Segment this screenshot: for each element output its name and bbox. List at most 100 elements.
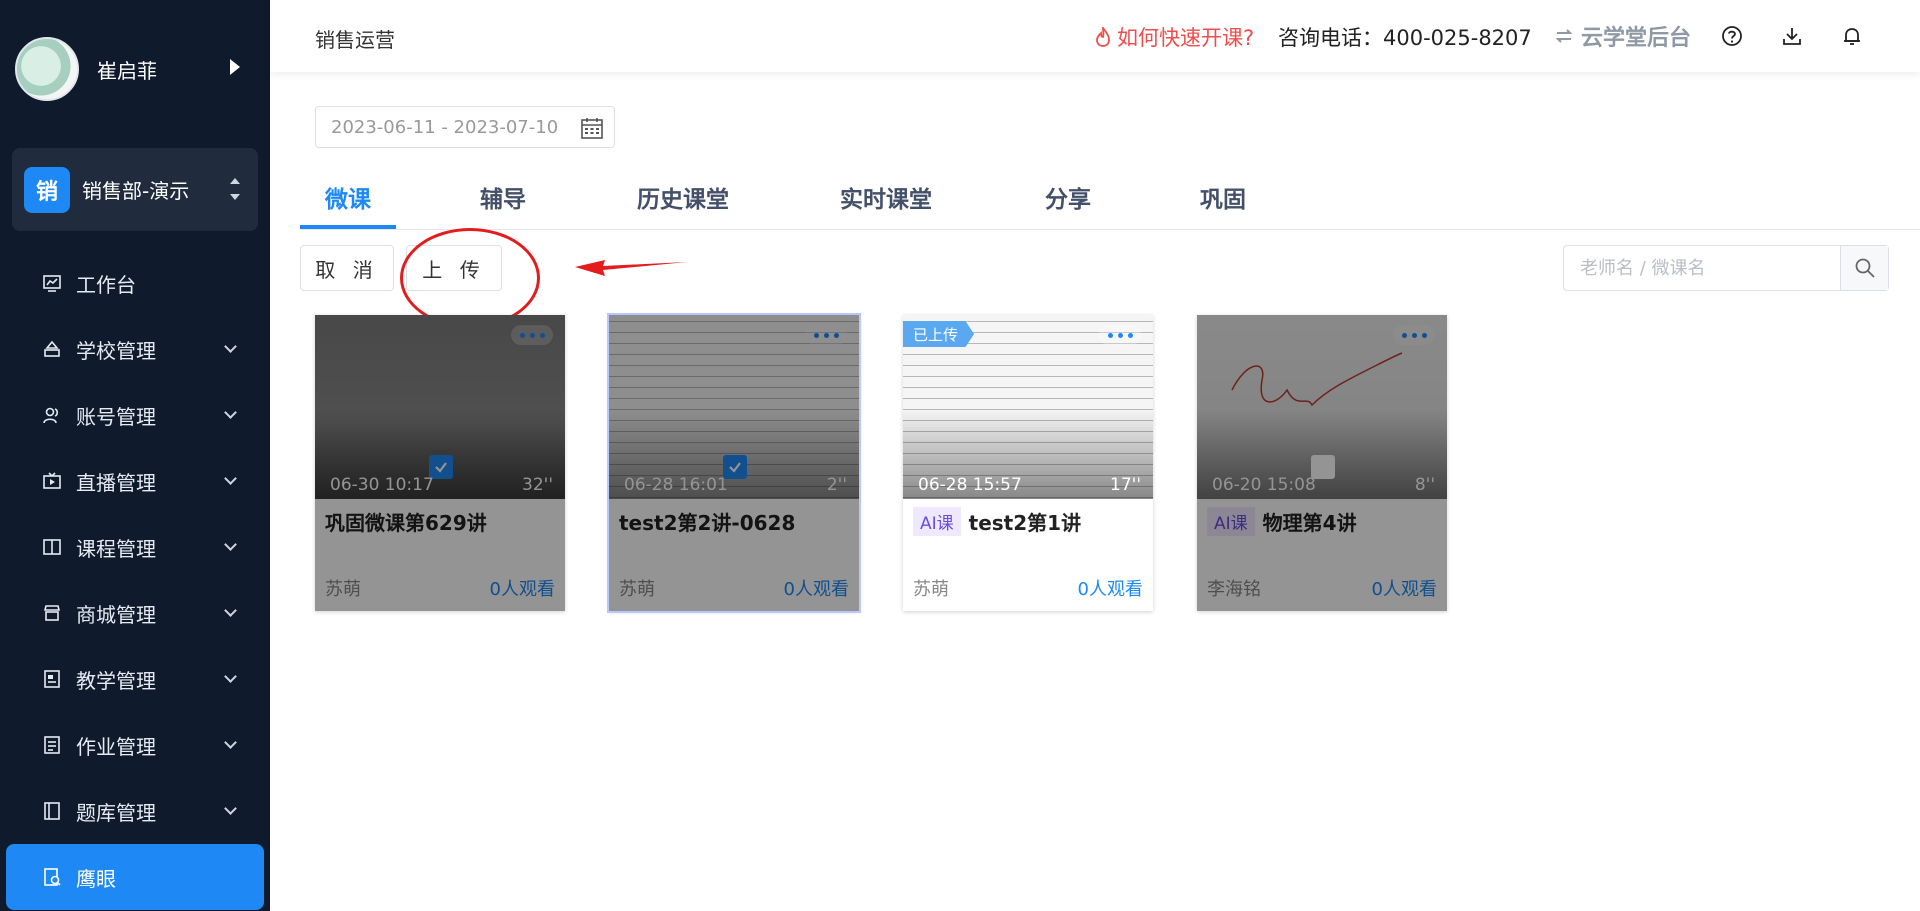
sidebar-item-label: 账号管理	[76, 404, 156, 429]
sidebar-item-accounts[interactable]: 账号管理	[0, 382, 270, 448]
course-title-text: test2第1讲	[968, 511, 1082, 535]
sidebar-item-label: 题库管理	[76, 800, 156, 825]
sidebar: 崔启菲 销 销售部-演示 工作台 学校管理 账号管理 直播管理 课程管理 商城管…	[0, 0, 270, 911]
date-range-picker[interactable]: 2023-06-11 - 2023-07-10	[315, 106, 615, 148]
ai-course-badge: AI课	[913, 507, 961, 536]
course-author: 苏萌	[325, 579, 361, 600]
search-box	[1563, 245, 1889, 291]
course-duration: 17''	[1110, 475, 1141, 495]
active-tab-indicator	[300, 225, 396, 229]
sidebar-item-label: 鹰眼	[76, 866, 116, 891]
consult-phone: 咨询电话：400-025-8207	[1278, 26, 1532, 50]
user-profile[interactable]: 崔启菲	[15, 36, 260, 102]
sidebar-item-eagle-eye[interactable]: 鹰眼	[6, 844, 264, 910]
sidebar-item-label: 工作台	[76, 272, 136, 297]
more-options-icon[interactable]	[1099, 325, 1141, 345]
ai-course-badge: AI课	[1207, 507, 1255, 536]
question-bank-icon	[42, 801, 62, 821]
switch-icon	[1553, 28, 1575, 44]
course-date: 06-20 15:08	[1212, 475, 1316, 495]
chevron-down-icon	[224, 604, 237, 617]
course-views: 0人观看	[489, 579, 555, 600]
chevron-down-icon	[224, 736, 237, 749]
course-date: 06-30 10:17	[330, 475, 434, 495]
tab-share[interactable]: 分享	[1045, 180, 1091, 214]
flame-icon	[1095, 27, 1111, 47]
tab-history-class[interactable]: 历史课堂	[637, 180, 729, 214]
date-range-value: 2023-06-11 - 2023-07-10	[331, 116, 559, 138]
live-icon	[42, 471, 62, 491]
sidebar-item-workbench[interactable]: 工作台	[0, 250, 270, 316]
tab-consolidate[interactable]: 巩固	[1200, 180, 1246, 214]
course-views: 0人观看	[783, 579, 849, 600]
sidebar-item-shop[interactable]: 商城管理	[0, 580, 270, 646]
chevron-down-icon	[224, 340, 237, 353]
sidebar-item-homework[interactable]: 作业管理	[0, 712, 270, 778]
course-title-text: 巩固微课第629讲	[325, 511, 487, 535]
sidebar-item-label: 直播管理	[76, 470, 156, 495]
course-views: 0人观看	[1371, 579, 1437, 600]
content-tabs: 微课 辅导 历史课堂 实时课堂 分享 巩固	[300, 170, 1920, 230]
book-icon	[42, 537, 62, 557]
upload-button[interactable]: 上 传	[406, 245, 502, 291]
eagle-eye-icon	[42, 867, 62, 887]
course-author: 苏萌	[619, 579, 655, 600]
sidebar-item-live[interactable]: 直播管理	[0, 448, 270, 514]
chevron-down-icon	[224, 802, 237, 815]
sort-toggle-icon[interactable]	[230, 178, 240, 200]
download-icon[interactable]	[1780, 24, 1804, 48]
search-icon	[1855, 258, 1875, 278]
tab-live-class[interactable]: 实时课堂	[840, 180, 932, 214]
breadcrumb: 销售运营	[315, 28, 395, 52]
bell-icon[interactable]	[1840, 24, 1864, 48]
course-views: 0人观看	[1077, 579, 1143, 600]
department-switcher[interactable]: 销 销售部-演示	[12, 148, 258, 231]
sidebar-item-label: 作业管理	[76, 734, 156, 759]
check-icon	[729, 462, 741, 473]
sidebar-item-question-bank[interactable]: 题库管理	[0, 778, 270, 844]
course-title-text: test2第2讲-0628	[619, 511, 796, 535]
school-icon	[42, 339, 62, 359]
sidebar-item-school[interactable]: 学校管理	[0, 316, 270, 382]
avatar[interactable]	[15, 37, 79, 101]
sidebar-item-label: 商城管理	[76, 602, 156, 627]
course-title: 巩固微课第629讲	[325, 507, 487, 536]
tab-tutoring[interactable]: 辅导	[480, 180, 526, 214]
course-author: 李海铭	[1207, 579, 1261, 600]
chart-icon	[42, 273, 62, 293]
course-card[interactable]: 已上传 06-28 15:57 17'' AI课 test2第1讲 苏萌 0人观…	[903, 315, 1153, 611]
cancel-button[interactable]: 取 消	[300, 245, 394, 291]
course-title: AI课 物理第4讲	[1207, 507, 1357, 536]
more-options-icon[interactable]	[1393, 325, 1435, 345]
course-card[interactable]: 06-30 10:17 32'' 巩固微课第629讲 苏萌 0人观看	[315, 315, 565, 611]
backend-switch[interactable]: 云学堂后台	[1553, 20, 1691, 52]
users-icon	[42, 405, 62, 425]
search-input[interactable]	[1564, 246, 1840, 290]
course-thumbnail: 06-28 16:01 2''	[609, 315, 859, 499]
annotation-arrow	[575, 260, 687, 276]
course-thumbnail: 06-30 10:17 32''	[315, 315, 565, 499]
help-icon[interactable]	[1720, 24, 1744, 48]
sidebar-menu: 工作台 学校管理 账号管理 直播管理 课程管理 商城管理 教学管理 作业管理 题…	[0, 250, 270, 910]
course-card[interactable]: 06-20 15:08 8'' AI课 物理第4讲 李海铭 0人观看	[1197, 315, 1447, 611]
course-date: 06-28 15:57	[918, 475, 1022, 495]
department-badge: 销	[24, 166, 70, 213]
course-card[interactable]: 06-28 16:01 2'' test2第2讲-0628 苏萌 0人观看	[609, 315, 859, 611]
department-name: 销售部-演示	[82, 179, 190, 203]
sidebar-item-courses[interactable]: 课程管理	[0, 514, 270, 580]
more-options-icon[interactable]	[511, 325, 553, 345]
more-options-icon[interactable]	[805, 325, 847, 345]
sidebar-item-teaching[interactable]: 教学管理	[0, 646, 270, 712]
search-button[interactable]	[1840, 246, 1888, 290]
quick-start-link[interactable]: 如何快速开课?	[1095, 22, 1254, 52]
caret-right-icon[interactable]	[230, 59, 240, 75]
sidebar-item-label: 课程管理	[76, 536, 156, 561]
chevron-down-icon	[224, 670, 237, 683]
uploaded-badge: 已上传	[903, 321, 975, 347]
tab-micro-course[interactable]: 微课	[325, 180, 371, 214]
sidebar-item-label: 学校管理	[76, 338, 156, 363]
course-thumbnail: 已上传 06-28 15:57 17''	[903, 315, 1153, 499]
quick-start-label: 如何快速开课?	[1117, 26, 1255, 50]
course-date: 06-28 16:01	[624, 475, 728, 495]
course-title-text: 物理第4讲	[1262, 511, 1357, 535]
